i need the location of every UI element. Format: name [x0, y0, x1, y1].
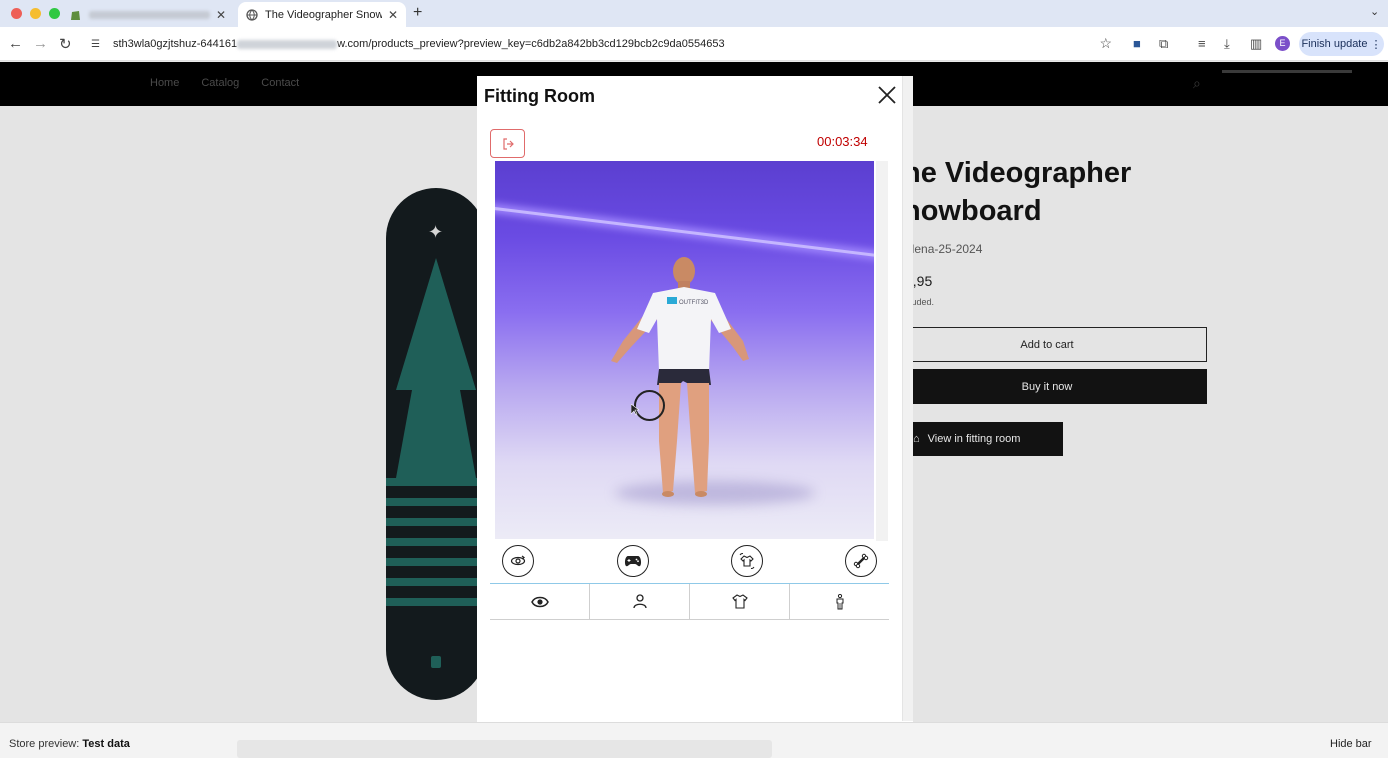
window-controls	[11, 8, 60, 19]
site-info-icon[interactable]: ☰	[91, 39, 105, 50]
gamepad-icon	[624, 556, 642, 567]
fitting-room-tabs	[490, 583, 889, 620]
search-icon[interactable]: ⌕	[1193, 75, 1201, 92]
skeleton-view-button[interactable]	[845, 545, 877, 577]
exit-fitting-room-button[interactable]	[490, 129, 525, 158]
finish-update-button[interactable]: Finish update ⋮	[1299, 32, 1384, 56]
extension-b-icon[interactable]: ■	[1133, 36, 1141, 51]
browser-tab-active[interactable]: The Videographer Snowboard ✕	[238, 2, 406, 27]
view-in-fitting-room-button[interactable]: ⌂ View in fitting room	[903, 422, 1063, 456]
body-icon	[836, 593, 843, 609]
mouse-pointer-icon	[631, 404, 639, 416]
browser-tab-strip: ✕ The Videographer Snowboard ✕ + ⌄	[0, 0, 1388, 27]
tree-graphic	[396, 258, 476, 478]
maximize-window-button[interactable]	[49, 8, 60, 19]
snowboard-image: ✦	[386, 188, 486, 700]
avatar-3d-viewer[interactable]: OUTFIT3D	[495, 161, 874, 539]
finish-update-label: Finish update	[1301, 38, 1368, 50]
profile-avatar[interactable]: E	[1275, 36, 1290, 51]
avatar-figure: OUTFIT3D	[611, 257, 749, 497]
hide-bar-button[interactable]: Hide bar	[1330, 738, 1372, 750]
url-prefix: sth3wla0gzjtshuz-644161	[113, 38, 238, 50]
hanger-icon: ⌂	[913, 433, 920, 445]
nav-catalog[interactable]: Catalog	[201, 77, 239, 89]
modal-title: Fitting Room	[484, 86, 595, 106]
side-panel-icon[interactable]: ▥	[1250, 36, 1262, 52]
viewer-scrollbar[interactable]	[876, 161, 888, 541]
preview-label: Store preview:	[9, 738, 80, 750]
extensions-puzzle-icon[interactable]: ⧉	[1159, 36, 1168, 52]
store-preview-bar: Store preview: Test data Hide bar	[0, 722, 1388, 758]
change-outfit-button[interactable]	[731, 545, 763, 577]
rotate-view-button[interactable]	[502, 545, 534, 577]
session-timer: 00:03:34	[817, 134, 868, 149]
nav-home[interactable]: Home	[150, 77, 179, 89]
fitting-room-modal: Fitting Room 00:03:34 OUTFIT3D	[477, 76, 913, 743]
new-tab-button[interactable]: +	[413, 4, 422, 22]
wave-graphic	[386, 478, 486, 618]
tab-garments[interactable]	[690, 584, 790, 619]
tab-title-redacted	[89, 10, 210, 19]
buy-it-now-button[interactable]: Buy it now	[887, 369, 1207, 404]
exit-icon	[502, 137, 514, 150]
download-icon[interactable]: ⤓	[1224, 36, 1230, 52]
tab-avatar[interactable]	[590, 584, 690, 619]
modal-scrollbar[interactable]	[902, 76, 913, 721]
shirt-swap-icon	[739, 553, 755, 569]
preview-value: Test data	[82, 738, 130, 750]
account-bar	[1222, 70, 1352, 73]
tab-title: The Videographer Snowboard	[265, 8, 382, 21]
tab-body[interactable]	[790, 584, 889, 619]
browser-tab-shopify[interactable]: ✕	[62, 2, 234, 27]
controller-mode-button[interactable]	[617, 545, 649, 577]
minimize-window-button[interactable]	[30, 8, 41, 19]
forward-icon[interactable]: →	[33, 35, 48, 52]
preview-label-group: Store preview: Test data	[9, 738, 130, 750]
product-vendor: elena-25-2024	[905, 242, 983, 256]
preview-bar-center	[237, 740, 772, 758]
view-in-fitting-room-label: View in fitting room	[927, 433, 1021, 445]
url-suffix: w.com/products_preview?preview_key=c6db2…	[337, 38, 725, 50]
close-icon[interactable]	[876, 84, 898, 106]
back-icon[interactable]: ←	[8, 35, 23, 52]
media-control-icon[interactable]: ≡	[1198, 36, 1206, 51]
globe-icon	[246, 8, 258, 21]
nav-contact[interactable]: Contact	[261, 77, 299, 89]
viewer-controls	[490, 545, 878, 579]
shopify-logo-graphic	[431, 656, 441, 668]
close-tab-icon[interactable]: ✕	[388, 8, 398, 22]
bone-icon	[853, 553, 869, 569]
close-tab-icon[interactable]: ✕	[216, 8, 226, 22]
address-bar[interactable]: ☰ sth3wla0gzjtshuz-644161 w.com/products…	[84, 31, 1120, 57]
product-title: he Videographer nowboard	[903, 157, 1132, 227]
tshirt-icon	[731, 594, 748, 609]
reload-icon[interactable]: ↻	[59, 35, 72, 53]
browser-toolbar: ← → ↻ ☰ sth3wla0gzjtshuz-644161 w.com/pr…	[0, 27, 1388, 61]
url-redacted	[237, 39, 338, 49]
person-icon	[632, 594, 647, 609]
tab-search-chevron-icon[interactable]: ⌄	[1370, 5, 1379, 18]
shopify-icon	[71, 10, 80, 20]
kebab-menu-icon: ⋮	[1370, 38, 1382, 51]
shirt-logo: OUTFIT3D	[679, 300, 709, 306]
add-to-cart-button[interactable]: Add to cart	[887, 327, 1207, 362]
star-graphic: ✦	[428, 222, 444, 242]
close-window-button[interactable]	[11, 8, 22, 19]
rotate-360-icon	[510, 555, 526, 566]
bookmark-star-icon[interactable]: ☆	[1099, 35, 1112, 52]
tab-view[interactable]	[490, 584, 590, 619]
eye-icon	[530, 596, 549, 607]
store-nav: Home Catalog Contact	[150, 77, 299, 89]
